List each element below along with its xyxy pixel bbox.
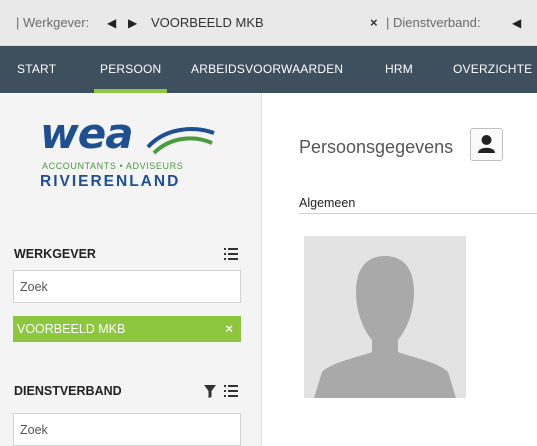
selected-werkgever[interactable]: VOORBEELD MKB × (13, 316, 241, 342)
dienstverband-label: | Dienstverband: (386, 15, 481, 30)
avatar-silhouette-icon (314, 256, 456, 398)
main-navigation: START PERSOON ARBEIDSVOORWAARDEN HRM OVE… (0, 46, 537, 93)
close-icon[interactable]: × (370, 15, 378, 31)
page-title: Persoonsgegevens (299, 137, 454, 157)
logo-wordmark: wea (40, 109, 134, 158)
main-panel: Persoonsgegevens Algemeen (263, 93, 537, 446)
dienstverband-search-input[interactable] (13, 413, 241, 446)
profile-photo-placeholder[interactable] (304, 236, 466, 398)
nav-overzichten[interactable]: OVERZICHTE (453, 46, 532, 93)
list-icon[interactable] (224, 385, 238, 397)
logo-swoosh-icon (146, 127, 215, 155)
remove-icon[interactable]: × (225, 316, 233, 342)
werkgever-label: | Werkgever: (16, 15, 90, 30)
logo-tagline: ACCOUNTANTS • ADVISEURS (42, 161, 184, 171)
werkgever-value[interactable]: VOORBEELD MKB (151, 15, 264, 31)
selected-werkgever-label: VOORBEELD MKB (17, 322, 126, 336)
prev-dienstverband-icon[interactable]: ◀ (512, 15, 521, 31)
nav-persoon[interactable]: PERSOON (93, 46, 168, 93)
nav-hrm[interactable]: HRM (385, 46, 413, 93)
werkgever-search-input[interactable] (13, 270, 241, 303)
section-title: Algemeen (299, 196, 356, 210)
logo: wea ACCOUNTANTS • ADVISEURS RIVIERENLAND (40, 109, 220, 190)
list-icon[interactable] (224, 248, 238, 260)
next-werkgever-icon[interactable]: ▶ (128, 15, 137, 31)
logo-region: RIVIERENLAND (40, 173, 181, 190)
person-icon (478, 135, 495, 153)
person-button[interactable] (470, 128, 503, 161)
dienstverband-title: DIENSTVERBAND (14, 384, 122, 398)
sidebar: wea ACCOUNTANTS • ADVISEURS RIVIERENLAND… (0, 93, 262, 446)
filter-icon[interactable] (204, 385, 216, 398)
werkgever-title: WERKGEVER (14, 247, 96, 261)
nav-start[interactable]: START (17, 46, 56, 93)
nav-arbeidsvoorwaarden[interactable]: ARBEIDSVOORWAARDEN (191, 46, 343, 93)
divider (299, 213, 537, 214)
prev-werkgever-icon[interactable]: ◀ (107, 15, 116, 31)
context-bar: | Werkgever: ◀ ▶ VOORBEELD MKB × | Diens… (0, 0, 537, 46)
